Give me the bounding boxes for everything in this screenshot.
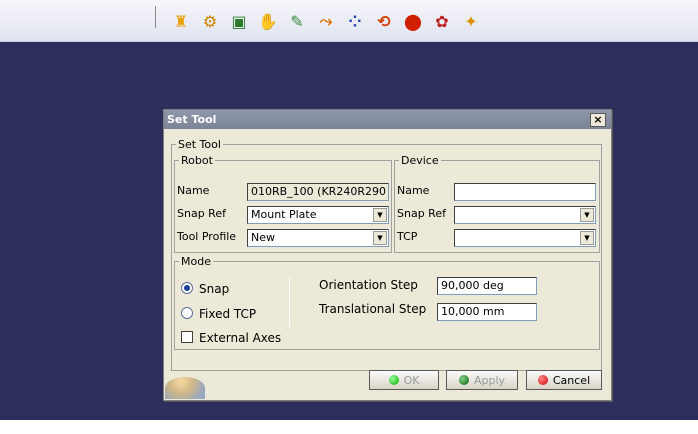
- cancel-button-label: Cancel: [552, 373, 591, 387]
- robot-snap-ref-value: Mount Plate: [251, 208, 317, 221]
- robot-profile-icon[interactable]: ✿: [429, 8, 455, 34]
- dialog-title: Set Tool: [167, 113, 217, 126]
- workbench-toolbar: ♜ ⚙ ▣ ✋ ✎ ⤳ ⁘ ⟲ ⬤ ✿ ✦: [0, 0, 698, 42]
- device-snap-ref-select[interactable]: ▼: [454, 206, 596, 224]
- mode-legend: Mode: [181, 255, 211, 268]
- chevron-down-icon[interactable]: ▼: [580, 231, 594, 245]
- set-tool-dialog: Set Tool × Set Tool Robot Name 010RB_100…: [163, 109, 612, 401]
- toolbar-icon-group: ♜ ⚙ ▣ ✋ ✎ ⤳ ⁘ ⟲ ⬤ ✿ ✦: [168, 8, 484, 34]
- apply-icon: [458, 375, 469, 385]
- catia-logo: [165, 377, 205, 399]
- translational-step-label: Translational Step: [319, 302, 427, 316]
- device-tcp-label: TCP: [397, 230, 418, 243]
- translational-step-input[interactable]: 10,000 mm: [437, 303, 537, 321]
- device-name-field[interactable]: [454, 183, 596, 201]
- device-snap-ref-label: Snap Ref: [397, 207, 446, 220]
- robot-tool-profile-value: New: [251, 231, 275, 244]
- ok-button[interactable]: OK: [369, 370, 439, 390]
- mode-separator: [289, 277, 290, 327]
- robot-legend: Robot: [181, 154, 213, 167]
- robot-jog-icon[interactable]: ⚙: [197, 8, 223, 34]
- toolbar-separator: [155, 6, 156, 28]
- robot-path-icon[interactable]: ⤳: [313, 8, 339, 34]
- robot-name-field: 010RB_100 (KR240R290: [247, 183, 389, 201]
- robot-teach-icon[interactable]: ♜: [168, 8, 194, 34]
- device-tcp-select[interactable]: ▼: [454, 229, 596, 247]
- robot-tool-profile-select[interactable]: New ▼: [247, 229, 389, 247]
- apply-button[interactable]: Apply: [446, 370, 518, 390]
- orientation-step-label: Orientation Step: [319, 278, 418, 292]
- chevron-down-icon[interactable]: ▼: [373, 208, 387, 222]
- fixed-tcp-radio[interactable]: [181, 307, 193, 319]
- robot-snap-ref-label: Snap Ref: [177, 207, 226, 220]
- robot-snap-ref-select[interactable]: Mount Plate ▼: [247, 206, 389, 224]
- robot-tool-profile-label: Tool Profile: [177, 230, 237, 243]
- device-name-label: Name: [397, 184, 430, 197]
- robot-dressup-icon[interactable]: ▣: [226, 8, 252, 34]
- device-legend: Device: [401, 154, 439, 167]
- robot-name-label: Name: [177, 184, 210, 197]
- cancel-icon: [537, 375, 548, 385]
- dialog-titlebar[interactable]: Set Tool ×: [164, 110, 611, 129]
- chevron-down-icon[interactable]: ▼: [580, 208, 594, 222]
- cancel-button[interactable]: Cancel: [526, 370, 602, 390]
- robot-tool-icon[interactable]: ✎: [284, 8, 310, 34]
- apply-button-label: Apply: [473, 373, 506, 387]
- chevron-down-icon[interactable]: ▼: [373, 231, 387, 245]
- fixed-tcp-label: Fixed TCP: [199, 307, 257, 321]
- set-tool-legend: Set Tool: [178, 138, 221, 151]
- external-axes-label: External Axes: [199, 331, 282, 345]
- robot-home-icon[interactable]: ⬤: [400, 8, 426, 34]
- robot-cycle-icon[interactable]: ⟲: [371, 8, 397, 34]
- robot-reach-icon[interactable]: ✋: [255, 8, 281, 34]
- snap-label: Snap: [199, 282, 230, 296]
- snap-radio[interactable]: [181, 282, 193, 294]
- close-icon[interactable]: ×: [590, 113, 606, 127]
- status-strip: [0, 420, 698, 434]
- external-axes-checkbox[interactable]: [181, 331, 193, 343]
- ok-button-label: OK: [403, 373, 420, 387]
- orientation-step-input[interactable]: 90,000 deg: [437, 277, 537, 295]
- ok-icon: [388, 375, 399, 385]
- robot-points-icon[interactable]: ⁘: [342, 8, 368, 34]
- robot-setting-icon[interactable]: ✦: [458, 8, 484, 34]
